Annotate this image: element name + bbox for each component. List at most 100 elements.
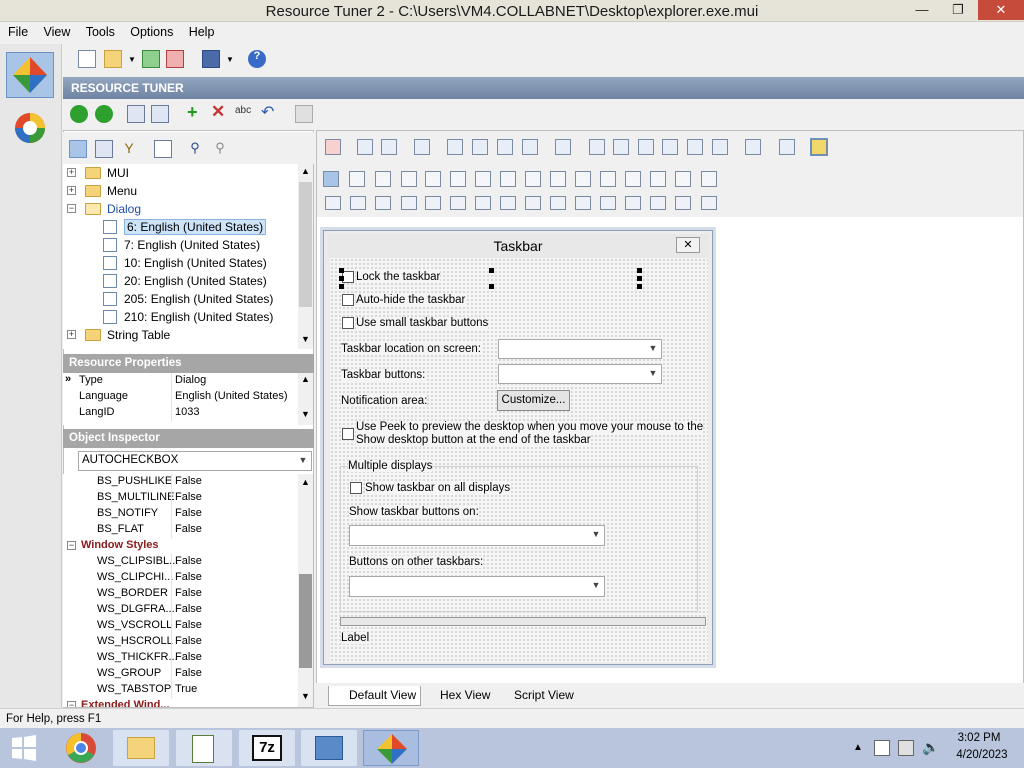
clock-date[interactable]: 4/20/2023 [950,749,1014,761]
tab-script-view[interactable]: Script View [494,686,578,706]
edit-tool-icon[interactable] [450,171,466,187]
tree-scroll-thumb[interactable] [299,182,312,307]
dialog-close-button[interactable]: ✕ [676,237,700,253]
maximize-button[interactable]: ❐ [944,0,972,20]
property-row[interactable]: » Type Dialog [63,373,299,389]
frame-tool-icon[interactable] [349,171,365,187]
tab-hex-view[interactable]: Hex View [420,686,494,706]
tab-default-view[interactable]: Default View [328,686,422,706]
arrow-down-icon[interactable] [70,105,88,123]
menu-view[interactable]: View [40,22,75,39]
test-dialog-icon[interactable] [810,138,828,156]
send-back-icon[interactable] [447,139,463,155]
combo-ex-tool-icon[interactable] [625,196,641,210]
picture-tool-icon[interactable] [475,171,491,187]
resource-tuner-nav-button[interactable] [6,52,54,98]
customize-button[interactable]: Customize... [497,390,570,411]
expand-icon[interactable]: + [67,186,76,195]
location-combo[interactable]: ▼ [498,339,662,359]
start-button[interactable] [2,730,46,766]
paste-icon[interactable] [151,105,169,123]
property-group[interactable]: Extended Wind... − [63,698,299,707]
open-dropdown-icon[interactable]: ▼ [128,55,136,64]
delete-icon[interactable]: ✕ [211,102,225,122]
updown-tool-icon[interactable] [375,196,391,210]
property-row[interactable]: WS_DLGFRA... False [63,602,299,618]
listview-tool-icon[interactable] [625,171,641,187]
lock-icon[interactable] [357,139,373,155]
selection-handle[interactable] [489,268,494,273]
tree-item[interactable]: 10: English (United States) [63,254,299,272]
selection-handle[interactable] [637,276,642,281]
hotkey-tool-icon[interactable] [401,196,417,210]
radio-tool-icon[interactable] [425,171,441,187]
property-group[interactable]: Window Styles − [63,538,299,554]
property-row[interactable]: WS_VSCROLL False [63,618,299,634]
print-icon[interactable] [295,105,313,123]
save-dropdown-icon[interactable]: ▼ [226,55,234,64]
undo-icon[interactable]: ↶ [261,102,274,122]
expand-icon[interactable]: + [67,330,76,339]
open-folder-icon[interactable] [104,50,122,68]
search-resource-icon[interactable] [95,140,113,158]
selection-handle[interactable] [489,284,494,289]
scrollbar-tool-icon[interactable] [325,196,341,210]
color-wheel-nav-button[interactable] [12,110,48,146]
checkbox-tool-icon[interactable] [401,171,417,187]
selection-handle[interactable] [339,284,344,289]
tree-view-icon[interactable] [69,140,87,158]
explorer-taskbar-button[interactable] [113,730,169,766]
properties-icon[interactable] [154,140,172,158]
property-row[interactable]: WS_BORDER False [63,586,299,602]
property-row[interactable]: WS_CLIPSIBL... False [63,554,299,570]
button-tool-icon[interactable] [375,171,391,187]
property-row[interactable]: WS_GROUP False [63,666,299,682]
collapse-icon[interactable]: − [67,204,76,213]
notepad-taskbar-button[interactable] [176,730,232,766]
scroll-up-icon[interactable]: ▲ [301,166,310,176]
volume-icon[interactable]: 🔈 [922,739,939,756]
richedit-tool-icon[interactable] [500,196,516,210]
calendar-tool-icon[interactable] [450,196,466,210]
network-icon[interactable] [898,740,914,756]
tray-chevron-up-icon[interactable]: ▲ [853,742,863,753]
rename-icon[interactable]: abc [235,105,251,116]
control-panel-taskbar-button[interactable] [301,730,357,766]
space-horizontal-icon[interactable] [745,139,761,155]
7zip-taskbar-button[interactable]: 7z [239,730,295,766]
inspector-scrollbar[interactable]: ▲ ▼ [298,474,313,707]
property-row[interactable]: BS_NOTIFY False [63,506,299,522]
pointer-tool-icon[interactable] [323,171,339,187]
static-text-tool-icon[interactable] [525,171,541,187]
spin-tool-icon[interactable] [675,171,691,187]
align-top-icon[interactable] [662,139,678,155]
selection-handle[interactable] [339,276,344,281]
tree-item[interactable]: 6: English (United States) [63,218,299,236]
properties-scrollbar[interactable]: ▲ ▼ [298,373,313,425]
peek-checkbox[interactable] [342,428,354,440]
animation-tool-icon[interactable] [475,196,491,210]
collapse-icon[interactable]: − [67,541,76,550]
show-buttons-on-combo[interactable]: ▼ [349,525,605,546]
tab-tool-icon[interactable] [701,171,717,187]
buttons-combo[interactable]: ▼ [498,364,662,384]
property-row[interactable]: WS_HSCROLL False [63,634,299,650]
progress-tool-icon[interactable] [350,196,366,210]
tree-item[interactable]: 205: English (United States) [63,290,299,308]
copy-icon[interactable] [127,105,145,123]
space-vertical-icon[interactable] [779,139,795,155]
selection-handle[interactable] [637,284,642,289]
align-right-icon[interactable] [613,139,629,155]
align-bottom-icon[interactable] [687,139,703,155]
property-row[interactable]: Language English (United States) [63,389,299,405]
select-all-icon[interactable] [555,139,571,155]
new-file-icon[interactable] [78,50,96,68]
align-center-icon[interactable] [638,139,654,155]
close-file-icon[interactable] [166,50,184,68]
unlock-icon[interactable] [381,139,397,155]
property-row[interactable]: WS_CLIPCHI... False [63,570,299,586]
arrow-up-icon[interactable] [95,105,113,123]
property-row[interactable]: WS_TABSTOP True [63,682,299,698]
property-row[interactable]: BS_MULTILINE False [63,490,299,506]
collapse-icon[interactable]: − [67,701,76,707]
